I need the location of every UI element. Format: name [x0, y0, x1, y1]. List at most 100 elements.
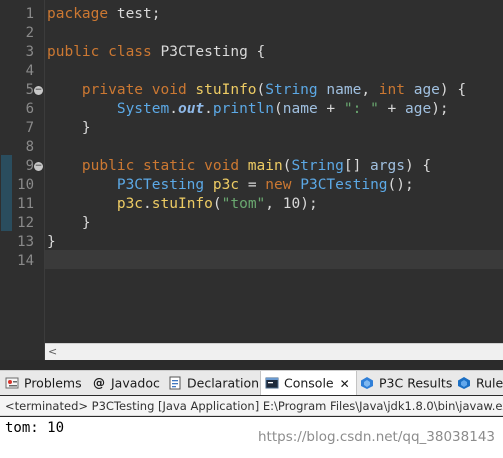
console-output-text: tom: 10: [5, 420, 65, 436]
code-text: test;: [108, 6, 161, 22]
code-line-5: private void stuInfo(String name, int ag…: [47, 81, 466, 100]
method-call: stuInfo: [151, 196, 213, 212]
tab-declaration[interactable]: Declaration: [168, 371, 259, 395]
punct: .: [204, 101, 213, 117]
punct: (: [212, 196, 222, 212]
code-line-3: public class P3CTesting {: [47, 43, 265, 62]
punct: );: [300, 196, 318, 212]
view-tab-bar: Problems @ Javadoc Declaration Console ✕ P…: [0, 370, 503, 395]
punct: .: [169, 101, 178, 117]
rule-icon: [458, 376, 470, 389]
punct: );: [431, 101, 449, 117]
punct: ,: [265, 196, 283, 212]
tab-label: Console: [284, 375, 334, 391]
keyword: public static void: [81, 158, 240, 174]
param: age: [413, 82, 440, 98]
punct: (: [274, 101, 283, 117]
line-number: 10: [17, 177, 34, 193]
tab-problems[interactable]: Problems: [5, 371, 82, 395]
code-line-12: }: [47, 214, 91, 233]
punct: ();: [387, 177, 414, 193]
type: String: [291, 158, 344, 174]
local-variable: p3c: [212, 177, 240, 193]
static-field: out: [177, 101, 205, 117]
tab-label: Declaration: [187, 375, 260, 391]
code-line-13: }: [47, 233, 56, 252]
variable: age: [405, 101, 432, 117]
punct: ,: [361, 82, 379, 98]
code-line-9: public static void main(String[] args) {: [47, 157, 431, 176]
type: P3CTesting: [116, 177, 205, 193]
punct: ) {: [439, 82, 467, 98]
problems-icon: [5, 377, 19, 388]
line-number: 13: [17, 234, 34, 250]
line-number: 6: [25, 101, 34, 117]
tab-label: Javadoc: [111, 375, 160, 391]
line-number: 8: [25, 139, 34, 155]
variable: name: [282, 101, 318, 117]
tab-console[interactable]: Console ✕: [260, 371, 357, 395]
method-name: stuInfo: [195, 82, 257, 98]
close-icon[interactable]: ✕: [340, 377, 350, 391]
punct: []: [343, 158, 371, 174]
line-number: 1: [25, 6, 34, 22]
line-number: 2: [25, 25, 34, 41]
javadoc-at-icon: @: [93, 375, 105, 390]
code-line-11: p3c.stuInfo("tom", 10);: [47, 195, 318, 214]
keyword: private void: [81, 82, 187, 98]
param: args: [370, 158, 405, 174]
punct: =: [239, 177, 266, 193]
scroll-left-icon[interactable]: <: [48, 344, 57, 360]
console-output-area[interactable]: tom: 10 https://blog.csdn.net/qq_3803814…: [0, 417, 503, 458]
fold-toggle-icon[interactable]: −: [34, 162, 43, 171]
local-variable: p3c: [116, 196, 144, 212]
line-number: 3: [25, 44, 34, 60]
brace: }: [81, 120, 91, 136]
line-number-gutter: 1 2 3 4 5 − 6 7 8 9 − 10 11 12 13 14: [0, 0, 45, 360]
line-number: 11: [17, 196, 34, 212]
line-number: 4: [25, 63, 34, 79]
code-line-10: P3CTesting p3c = new P3CTesting();: [47, 176, 414, 195]
p3c-results-icon: [361, 376, 373, 389]
tab-p3c-results[interactable]: P3C Results: [360, 371, 452, 395]
string-literal: "tom": [221, 196, 266, 212]
declaration-icon: [169, 376, 181, 389]
code-line-1: package test;: [47, 5, 161, 24]
brace: }: [81, 215, 91, 231]
watermark-text: https://blog.csdn.net/qq_38038143: [257, 429, 495, 445]
method-name: main: [247, 158, 283, 174]
number-literal: 10: [282, 196, 301, 212]
tab-label: Problems: [24, 375, 82, 391]
tab-javadoc[interactable]: @ Javadoc: [92, 371, 160, 395]
punct: +: [378, 101, 405, 117]
type: P3CTesting: [300, 177, 388, 193]
fold-toggle-icon[interactable]: −: [34, 86, 43, 95]
keyword: int: [378, 82, 405, 98]
tab-label: P3C Results: [379, 375, 453, 391]
code-editor[interactable]: 1 2 3 4 5 − 6 7 8 9 − 10 11 12 13 14 pac…: [0, 0, 503, 360]
horizontal-scrollbar[interactable]: <: [45, 343, 503, 360]
keyword: public class: [47, 44, 152, 60]
class-name: P3CTesting {: [151, 44, 266, 60]
line-number: 5: [25, 82, 34, 98]
string-literal: ": ": [343, 101, 379, 117]
tab-label: Rule: [476, 375, 503, 391]
method-call: println: [212, 101, 275, 117]
line-number: 7: [25, 120, 34, 136]
line-number: 9: [25, 158, 34, 174]
current-line-highlight: [45, 250, 503, 269]
param: name: [326, 82, 362, 98]
punct: .: [143, 196, 152, 212]
tab-rule[interactable]: Rule: [457, 371, 503, 395]
punct: (: [256, 82, 266, 98]
punct: +: [317, 101, 344, 117]
code-line-7: }: [47, 119, 91, 138]
line-number: 12: [17, 215, 34, 231]
console-icon: [265, 377, 279, 388]
keyword: new: [265, 177, 292, 193]
keyword: package: [47, 6, 109, 22]
code-line-6: System.out.println(name + ": " + age);: [47, 100, 449, 119]
console-process-status: <terminated> P3CTesting [Java Applicatio…: [0, 396, 503, 416]
type: String: [265, 82, 318, 98]
brace: }: [47, 234, 56, 250]
